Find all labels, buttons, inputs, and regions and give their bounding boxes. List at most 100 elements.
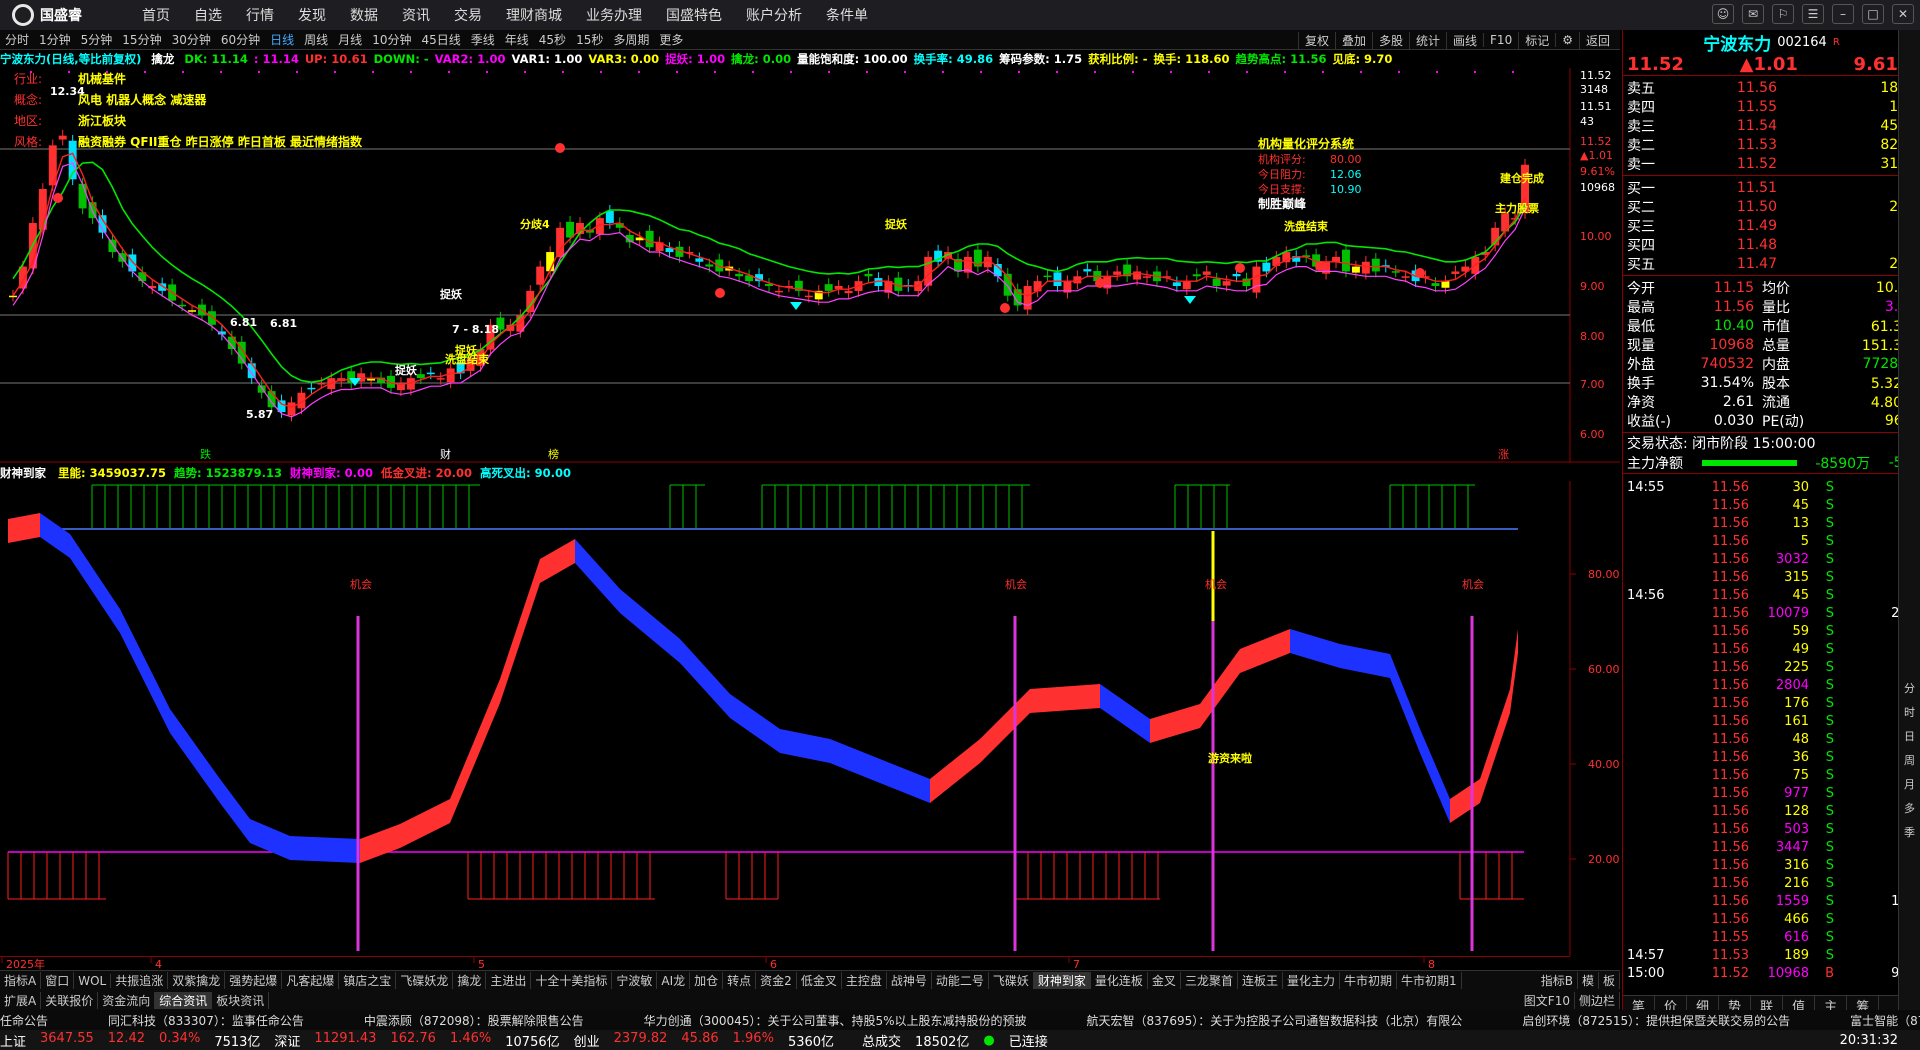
message-icon[interactable]: ✉	[1742, 4, 1764, 24]
news-item[interactable]: 富士智能（873074）：关于境外控股	[1850, 1012, 1920, 1029]
period-tab[interactable]: 年线	[500, 31, 534, 48]
news-item[interactable]: 华力创通（300045）：关于公司董事、持股5%以上股东减持股份的预披	[644, 1012, 1027, 1029]
indicator-tab[interactable]: 共振追涨	[111, 972, 169, 989]
maximize-icon[interactable]: □	[1862, 4, 1884, 24]
indicator-tab[interactable]: 飞碟妖	[989, 972, 1034, 989]
period-tab[interactable]: 30分钟	[167, 31, 216, 48]
index-name[interactable]: 深证	[274, 1031, 300, 1050]
indicator-tab[interactable]: 擒龙	[453, 972, 487, 989]
period-tab[interactable]: 1分钟	[34, 31, 76, 48]
indicator-tab[interactable]: 三龙聚首	[1181, 972, 1238, 989]
indicator-tab[interactable]: 窗口	[41, 972, 75, 989]
indicator-tab[interactable]: 量化主力	[1283, 972, 1340, 989]
indicator-tab[interactable]: 转点	[723, 972, 757, 989]
chat-icon[interactable]: ☺	[1712, 4, 1734, 24]
news-item[interactable]: 中震添顾（872098）：股票解除限售公告	[364, 1012, 584, 1029]
period-tab[interactable]: 周线	[299, 31, 333, 48]
indicator-tab[interactable]: AI龙	[657, 972, 691, 989]
extension-tab[interactable]: 综合资讯	[155, 991, 213, 1009]
index-name[interactable]: 上证	[0, 1031, 26, 1050]
indicator-tab[interactable]: 镇店之宝	[339, 972, 397, 989]
indicator-tab[interactable]: 牛市初期1	[1397, 972, 1462, 989]
chart-tool-button[interactable]: 叠加	[1334, 31, 1372, 49]
news-item[interactable]: 任命公告	[0, 1012, 48, 1029]
chart-tool-button[interactable]: 返回	[1578, 31, 1616, 49]
index-name[interactable]: 创业	[574, 1031, 600, 1050]
indicator-tab[interactable]: 财神到家	[1033, 972, 1091, 989]
menu-item[interactable]: 资讯	[390, 5, 442, 25]
menu-item[interactable]: 行情	[234, 5, 286, 25]
asks-row[interactable]: 卖一 11.523148	[1623, 154, 1920, 173]
chart-tool-button[interactable]: 画线	[1446, 31, 1483, 49]
extension-tab[interactable]: 扩展A	[0, 991, 42, 1009]
side-period-button[interactable]: 多	[1899, 800, 1920, 822]
menu-item[interactable]: 交易	[442, 5, 494, 25]
period-tab[interactable]: 月线	[333, 31, 367, 48]
menu-item[interactable]: 数据	[338, 5, 390, 25]
indicator-tab[interactable]: 动能二号	[932, 972, 989, 989]
side-period-button[interactable]: 分	[1899, 680, 1920, 702]
side-period-button[interactable]: 周	[1899, 752, 1920, 774]
side-period-button[interactable]: 日	[1899, 728, 1920, 750]
period-tab[interactable]: 季线	[466, 31, 500, 48]
indicator-tab[interactable]: 主进出	[486, 972, 532, 989]
settings-icon[interactable]: ☰	[1802, 4, 1824, 24]
indicator-tab[interactable]: 指标A	[0, 972, 42, 989]
side-period-button[interactable]: 月	[1899, 776, 1920, 798]
chart-tool-button[interactable]: 多股	[1371, 31, 1409, 49]
indicator-name[interactable]: 擒龙	[151, 52, 174, 66]
indicator-tab[interactable]: WOL	[74, 973, 112, 988]
menu-item[interactable]: 首页	[130, 5, 182, 25]
indicator-tab[interactable]: 连板王	[1238, 972, 1283, 989]
menu-item[interactable]: 账户分析	[734, 5, 814, 25]
period-tab[interactable]: 更多	[654, 31, 688, 48]
chart-tool-button[interactable]: 统计	[1409, 31, 1446, 49]
minimize-icon[interactable]: –	[1832, 4, 1854, 24]
indicator-tab[interactable]: 主控盘	[842, 972, 887, 989]
tab-right-button[interactable]: 板	[1599, 972, 1620, 989]
period-tab[interactable]: 分时	[0, 31, 34, 48]
indicator-tab[interactable]: 低金叉	[797, 972, 842, 989]
period-tab[interactable]: 5分钟	[76, 31, 118, 48]
period-tab[interactable]: 15分钟	[117, 31, 166, 48]
asks-row[interactable]: 卖三 11.544524	[1623, 116, 1920, 135]
extension-tab[interactable]: 关联报价	[41, 991, 99, 1009]
period-tab[interactable]: 10分钟	[367, 31, 416, 48]
menu-item[interactable]: 自选	[182, 5, 234, 25]
menu-item[interactable]: 国盛特色	[654, 5, 734, 25]
period-tab[interactable]: 45秒	[534, 31, 571, 48]
indicator-tab[interactable]: 资金2	[756, 972, 797, 989]
sub-indicator-chart[interactable]: 80.00 60.00 40.00 20.00 机会 机会 机会 机会游资来啦	[0, 481, 1620, 956]
menu-item[interactable]: 条件单	[814, 5, 880, 25]
bids-row[interactable]: 买一 11.5143	[1623, 178, 1920, 197]
news-ticker[interactable]: 任命公告 同汇科技（833307）：监事任命公告 中震添顾（872098）：股票解除…	[0, 1010, 1920, 1030]
extension-tab[interactable]: 资金流向	[98, 991, 156, 1009]
period-tab[interactable]: 15秒	[571, 31, 608, 48]
indicator-tab[interactable]: 牛市初期	[1340, 972, 1397, 989]
news-item[interactable]: 航天宏智（837695）：关于为控股子公司通智数据科技（北京）有限公	[1087, 1012, 1463, 1029]
bids-row[interactable]: 买三 11.4978	[1623, 216, 1920, 235]
chart-tool-button[interactable]: 标记	[1518, 31, 1555, 49]
indicator-tab[interactable]: 双紫擒龙	[168, 972, 226, 989]
chart-tool-button[interactable]: ⚙	[1555, 33, 1579, 47]
indicator-tab[interactable]: 凡客起爆	[282, 972, 340, 989]
period-tab[interactable]: 日线	[265, 31, 299, 48]
period-tab[interactable]: 45日线	[416, 31, 465, 48]
asks-row[interactable]: 卖二 11.538216	[1623, 135, 1920, 154]
news-item[interactable]: 同汇科技（833307）：监事任命公告	[108, 1012, 304, 1029]
asks-row[interactable]: 卖四 11.55109	[1623, 97, 1920, 116]
indicator-tab[interactable]: 十全十美指标	[531, 972, 613, 989]
news-item[interactable]: 启创环境（872515）：提供担保暨关联交易的公告	[1522, 1012, 1790, 1029]
indicator-tab[interactable]: 量化连板	[1091, 972, 1148, 989]
indicator-tab[interactable]: 飞碟妖龙	[396, 972, 454, 989]
tick-list[interactable]: 14:5511.5630S211.5645S211.5613S211.565S3…	[1623, 473, 1920, 982]
menu-item[interactable]: 发现	[286, 5, 338, 25]
period-tab[interactable]: 60分钟	[216, 31, 265, 48]
side-period-button[interactable]: 季	[1899, 824, 1920, 846]
bids-row[interactable]: 买四 11.4820	[1623, 235, 1920, 254]
indicator-tab[interactable]: 加仓	[690, 972, 724, 989]
sub-indicator-name[interactable]: 财神到家	[0, 466, 46, 480]
indicator-tab[interactable]: 强势起爆	[225, 972, 283, 989]
kline-chart[interactable]: 11.52314811.514311.52▲1.019.61%1096810.0…	[0, 68, 1620, 463]
indicator-tab[interactable]: 宁波敏	[612, 972, 658, 989]
